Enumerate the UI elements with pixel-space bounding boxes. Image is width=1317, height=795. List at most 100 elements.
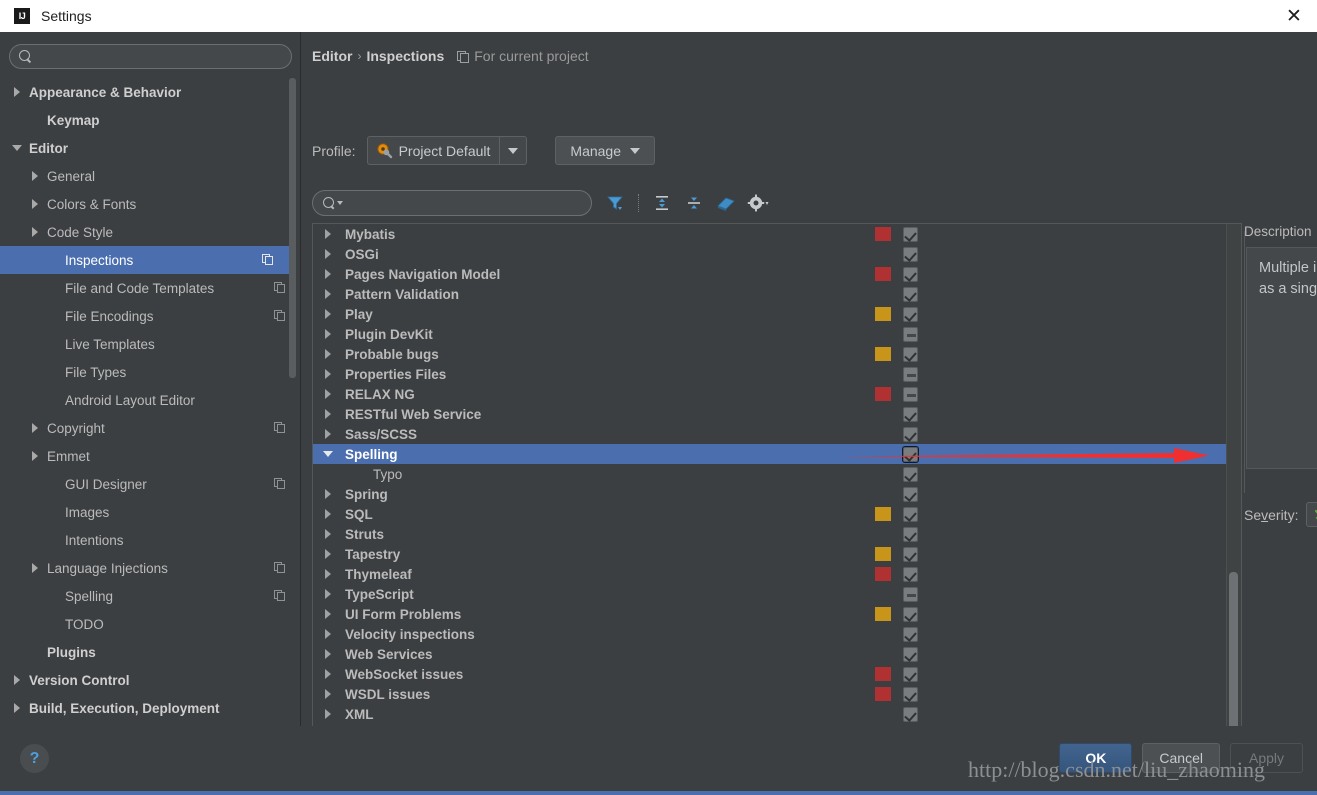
chevron-right-icon[interactable] <box>30 562 42 574</box>
table-row[interactable]: Typo <box>313 464 1241 484</box>
chevron-right-icon[interactable] <box>323 267 337 281</box>
close-icon[interactable]: ✕ <box>1271 0 1317 32</box>
chevron-right-icon[interactable] <box>323 287 337 301</box>
chevron-down-icon[interactable] <box>323 447 337 461</box>
cancel-button[interactable]: Cancel <box>1142 743 1220 773</box>
table-row[interactable]: WebSocket issues <box>313 664 1241 684</box>
sidebar-item-inspections[interactable]: Inspections <box>0 246 289 274</box>
table-row[interactable]: Web Services <box>313 644 1241 664</box>
sidebar-item-plugins[interactable]: Plugins <box>0 638 301 666</box>
inspection-enabled-checkbox[interactable] <box>903 667 918 682</box>
chevron-right-icon[interactable] <box>323 487 337 501</box>
table-row[interactable]: Sass/SCSS <box>313 424 1241 444</box>
sidebar-item-appearance-behavior[interactable]: Appearance & Behavior <box>0 78 301 106</box>
inspection-enabled-checkbox[interactable] <box>903 267 918 282</box>
chevron-right-icon[interactable] <box>323 367 337 381</box>
inspection-search-input[interactable] <box>348 195 579 211</box>
inspection-enabled-checkbox[interactable] <box>903 507 918 522</box>
chevron-right-icon[interactable] <box>323 347 337 361</box>
inspection-enabled-checkbox[interactable] <box>903 627 918 642</box>
table-row[interactable]: Spring <box>313 484 1241 504</box>
breadcrumb-editor[interactable]: Editor <box>312 48 352 64</box>
chevron-right-icon[interactable] <box>12 702 24 714</box>
inspection-enabled-checkbox[interactable] <box>903 227 918 242</box>
inspections-tree[interactable]: Mybatis OSGi Pages Navigation Model Pattern… <box>313 224 1241 744</box>
table-row[interactable]: TypeScript <box>313 584 1241 604</box>
inspection-enabled-checkbox[interactable] <box>903 407 918 422</box>
sidebar-item-editor[interactable]: Editor <box>0 134 301 162</box>
table-row[interactable]: OSGi <box>313 244 1241 264</box>
chevron-right-icon[interactable] <box>323 407 337 421</box>
chevron-right-icon[interactable] <box>323 247 337 261</box>
table-row[interactable]: Properties Files <box>313 364 1241 384</box>
inspection-enabled-checkbox[interactable] <box>903 527 918 542</box>
table-row[interactable]: Play <box>313 304 1241 324</box>
profile-dropdown-arrow[interactable] <box>499 137 526 164</box>
table-row[interactable]: Pattern Validation <box>313 284 1241 304</box>
sidebar-search-input[interactable] <box>38 49 281 64</box>
chevron-right-icon[interactable] <box>323 627 337 641</box>
inspection-enabled-checkbox[interactable] <box>903 247 918 262</box>
inspection-enabled-checkbox[interactable] <box>903 327 918 342</box>
filter-icon[interactable] <box>602 190 628 216</box>
sidebar-item-file-encodings[interactable]: File Encodings <box>0 302 301 330</box>
chevron-down-icon[interactable] <box>12 142 24 154</box>
inspection-enabled-checkbox[interactable] <box>903 427 918 442</box>
inspection-enabled-checkbox[interactable] <box>903 587 918 602</box>
chevron-right-icon[interactable] <box>30 450 42 462</box>
sidebar-scrollbar[interactable] <box>289 78 296 378</box>
inspection-enabled-checkbox[interactable] <box>903 367 918 382</box>
chevron-right-icon[interactable] <box>323 427 337 441</box>
collapse-all-icon[interactable] <box>681 190 707 216</box>
table-row[interactable]: Pages Navigation Model <box>313 264 1241 284</box>
table-row[interactable]: Tapestry <box>313 544 1241 564</box>
help-button[interactable]: ? <box>20 744 49 773</box>
chevron-right-icon[interactable] <box>323 607 337 621</box>
inspection-enabled-checkbox[interactable] <box>903 647 918 662</box>
table-row[interactable]: UI Form Problems <box>313 604 1241 624</box>
sidebar-item-emmet[interactable]: Emmet <box>0 442 301 470</box>
chevron-right-icon[interactable] <box>30 170 42 182</box>
tree-scrollbar-thumb[interactable] <box>1229 572 1238 742</box>
sidebar-item-spelling[interactable]: Spelling <box>0 582 301 610</box>
sidebar-item-gui-designer[interactable]: GUI Designer <box>0 470 301 498</box>
expand-all-icon[interactable] <box>649 190 675 216</box>
table-row[interactable]: Mybatis <box>313 224 1241 244</box>
inspection-enabled-checkbox[interactable] <box>903 487 918 502</box>
sidebar-item-build-execution-deployment[interactable]: Build, Execution, Deployment <box>0 694 301 722</box>
settings-gear-icon[interactable] <box>745 190 771 216</box>
inspection-enabled-checkbox[interactable] <box>903 687 918 702</box>
inspection-enabled-checkbox[interactable] <box>903 707 918 722</box>
inspection-enabled-checkbox[interactable] <box>903 447 918 462</box>
table-row[interactable]: Velocity inspections <box>313 624 1241 644</box>
table-row[interactable]: RESTful Web Service <box>313 404 1241 424</box>
chevron-right-icon[interactable] <box>323 527 337 541</box>
table-row[interactable]: WSDL issues <box>313 684 1241 704</box>
inspection-enabled-checkbox[interactable] <box>903 467 918 482</box>
sidebar-item-version-control[interactable]: Version Control <box>0 666 301 694</box>
sidebar-tree[interactable]: Appearance & Behavior Keymap Editor General… <box>0 78 301 726</box>
sidebar-item-live-templates[interactable]: Live Templates <box>0 330 301 358</box>
reset-eraser-icon[interactable] <box>713 190 739 216</box>
sidebar-search-box[interactable] <box>9 44 292 69</box>
inspection-enabled-checkbox[interactable] <box>903 387 918 402</box>
sidebar-item-file-types[interactable]: File Types <box>0 358 301 386</box>
sidebar-item-general[interactable]: General <box>0 162 301 190</box>
sidebar-item-colors-fonts[interactable]: Colors & Fonts <box>0 190 301 218</box>
chevron-right-icon[interactable] <box>323 687 337 701</box>
chevron-right-icon[interactable] <box>30 198 42 210</box>
chevron-right-icon[interactable] <box>323 547 337 561</box>
chevron-right-icon[interactable] <box>323 587 337 601</box>
chevron-right-icon[interactable] <box>323 227 337 241</box>
chevron-right-icon[interactable] <box>323 387 337 401</box>
chevron-right-icon[interactable] <box>323 567 337 581</box>
sidebar-item-copyright[interactable]: Copyright <box>0 414 301 442</box>
table-row[interactable]: RELAX NG <box>313 384 1241 404</box>
table-row[interactable]: SQL <box>313 504 1241 524</box>
inspection-enabled-checkbox[interactable] <box>903 607 918 622</box>
profile-combo[interactable]: Project Default <box>366 136 528 165</box>
inspection-enabled-checkbox[interactable] <box>903 347 918 362</box>
sidebar-item-images[interactable]: Images <box>0 498 301 526</box>
chevron-right-icon[interactable] <box>30 422 42 434</box>
table-row[interactable]: Plugin DevKit <box>313 324 1241 344</box>
